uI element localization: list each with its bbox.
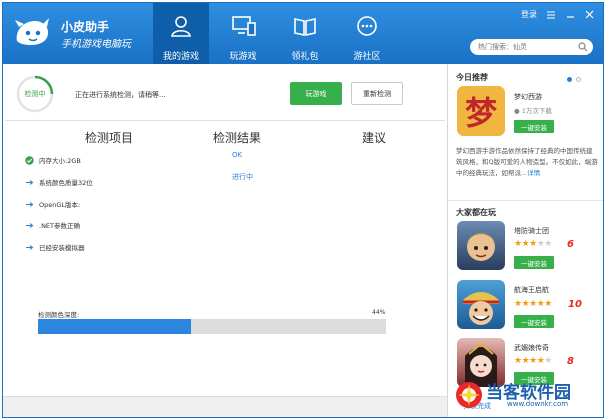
game-score: 6 bbox=[567, 239, 574, 250]
carousel-dot-active[interactable] bbox=[567, 77, 572, 82]
logo-icon bbox=[15, 18, 49, 45]
check-result-running: 进行中 bbox=[232, 173, 253, 181]
featured-game-description: 梦幻西游手游作品依然保持了经典的中国传统建筑风格，和Q版可爱的人物造型。不仅如此… bbox=[456, 147, 598, 177]
watermark-url: www.downkr.com bbox=[507, 400, 569, 408]
featured-game-icon[interactable]: 梦 bbox=[457, 86, 505, 136]
rating-stars: ★★★★★ bbox=[514, 356, 552, 366]
featured-install-button[interactable]: 一键安装 bbox=[514, 120, 554, 133]
game-score: 8 bbox=[567, 356, 574, 367]
menu-icon[interactable] bbox=[546, 11, 556, 19]
close-icon[interactable] bbox=[585, 10, 594, 19]
user-icon bbox=[171, 16, 191, 37]
arrow-right-icon bbox=[26, 202, 34, 207]
featured-game-downloads-text: 1万次下载 bbox=[521, 107, 552, 115]
search-icon[interactable] bbox=[578, 42, 588, 52]
footer-bar bbox=[3, 396, 447, 417]
book-icon bbox=[294, 18, 316, 36]
check-item-label: 已经安装模拟器 bbox=[39, 244, 85, 252]
tab-play-games[interactable]: 玩游戏 bbox=[215, 3, 271, 64]
divider bbox=[5, 120, 445, 121]
tab-gift-packs[interactable]: 领礼包 bbox=[277, 3, 333, 64]
game-score: 10 bbox=[568, 299, 582, 310]
column-header-item: 检测项目 bbox=[85, 131, 134, 145]
column-header-advice: 建议 bbox=[362, 131, 387, 145]
sidebar: 今日推荐 梦 梦幻西游 ● 1万次下载 一键安装 梦幻西游手游作品依然保持了经典… bbox=[447, 64, 603, 417]
install-button[interactable]: 一键安装 bbox=[514, 256, 554, 269]
recheck-button[interactable]: 重新检测 bbox=[351, 82, 403, 105]
check-item-label: .NET参数正确 bbox=[39, 222, 81, 230]
carousel-dot[interactable] bbox=[576, 77, 581, 82]
progress-percent: 44% bbox=[372, 309, 386, 316]
login-link[interactable]: 登录 bbox=[521, 9, 537, 20]
minimize-icon[interactable] bbox=[566, 11, 575, 19]
progress-label: 检测颜色深度: bbox=[38, 311, 80, 319]
rating-stars: ★★★★★ bbox=[514, 239, 552, 249]
arrow-right-icon bbox=[26, 223, 34, 228]
tab-community-label: 游社区 bbox=[353, 52, 381, 62]
featured-game-more-link[interactable]: 详情 bbox=[527, 169, 540, 177]
game-name[interactable]: 航海王启航 bbox=[514, 285, 549, 295]
watermark-logo-icon bbox=[456, 382, 482, 408]
featured-game-downloads: ● 1万次下载 bbox=[514, 105, 552, 115]
system-check-panel: 检测中 正在进行系统检测，请稍等... 玩游戏 重新检测 检测项目 检测结果 建… bbox=[3, 64, 447, 417]
check-result-ok: OK bbox=[232, 151, 243, 159]
column-header-result: 检测结果 bbox=[213, 131, 262, 145]
check-status-message: 正在进行系统检测，请稍等... bbox=[75, 91, 166, 99]
check-status-label: 检测中 bbox=[24, 90, 46, 98]
tab-gift-packs-label: 领礼包 bbox=[291, 52, 319, 62]
arrow-right-icon bbox=[26, 180, 34, 185]
rating-stars: ★★★★★ bbox=[514, 299, 552, 309]
brand-slogan: 手机游戏电脑玩 bbox=[61, 39, 131, 50]
today-recommend-title: 今日推荐 bbox=[456, 73, 488, 82]
play-game-button[interactable]: 玩游戏 bbox=[290, 82, 342, 105]
arrow-right-icon bbox=[26, 245, 34, 250]
check-item-label: OpenGL版本: bbox=[39, 201, 81, 209]
install-button[interactable]: 一键安装 bbox=[514, 315, 554, 328]
app-window: 小皮助手 手机游戏电脑玩 我的游戏 玩游戏 领礼包 游社区 登录 热门搜索：仙灵… bbox=[2, 2, 604, 418]
check-item-label: 内存大小:2GB bbox=[39, 157, 81, 165]
progress-bar-fill bbox=[38, 319, 192, 334]
search-input[interactable] bbox=[470, 39, 593, 55]
check-circle-icon bbox=[25, 156, 34, 165]
tab-play-games-label: 玩游戏 bbox=[229, 52, 257, 62]
chat-bubble-icon bbox=[357, 16, 377, 36]
pirate-avatar-icon[interactable] bbox=[457, 280, 505, 329]
tab-my-games-label: 我的游戏 bbox=[162, 52, 199, 62]
featured-game-name[interactable]: 梦幻西游 bbox=[514, 92, 542, 102]
game-name[interactable]: 塔防骑士团 bbox=[514, 226, 549, 236]
brand-name: 小皮助手 bbox=[61, 20, 110, 34]
divider bbox=[448, 200, 603, 201]
tab-my-games[interactable]: 我的游戏 bbox=[153, 3, 209, 64]
featured-game-icon-text: 梦 bbox=[465, 94, 497, 132]
popular-games-title: 大家都在玩 bbox=[456, 208, 496, 217]
header: 小皮助手 手机游戏电脑玩 我的游戏 玩游戏 领礼包 游社区 登录 热门搜索：仙灵 bbox=[3, 3, 603, 64]
check-item-label: 系统颜色质量32位 bbox=[39, 179, 93, 187]
progress-bar bbox=[38, 319, 386, 334]
game-name[interactable]: 武媚娘传奇 bbox=[514, 343, 549, 353]
watermark: 当客软件园 www.downkr.com bbox=[452, 378, 600, 416]
tab-community[interactable]: 游社区 bbox=[339, 3, 395, 64]
download-icon: ● bbox=[514, 107, 522, 115]
monitor-phone-icon bbox=[232, 16, 256, 36]
knight-avatar-icon[interactable] bbox=[457, 221, 505, 270]
